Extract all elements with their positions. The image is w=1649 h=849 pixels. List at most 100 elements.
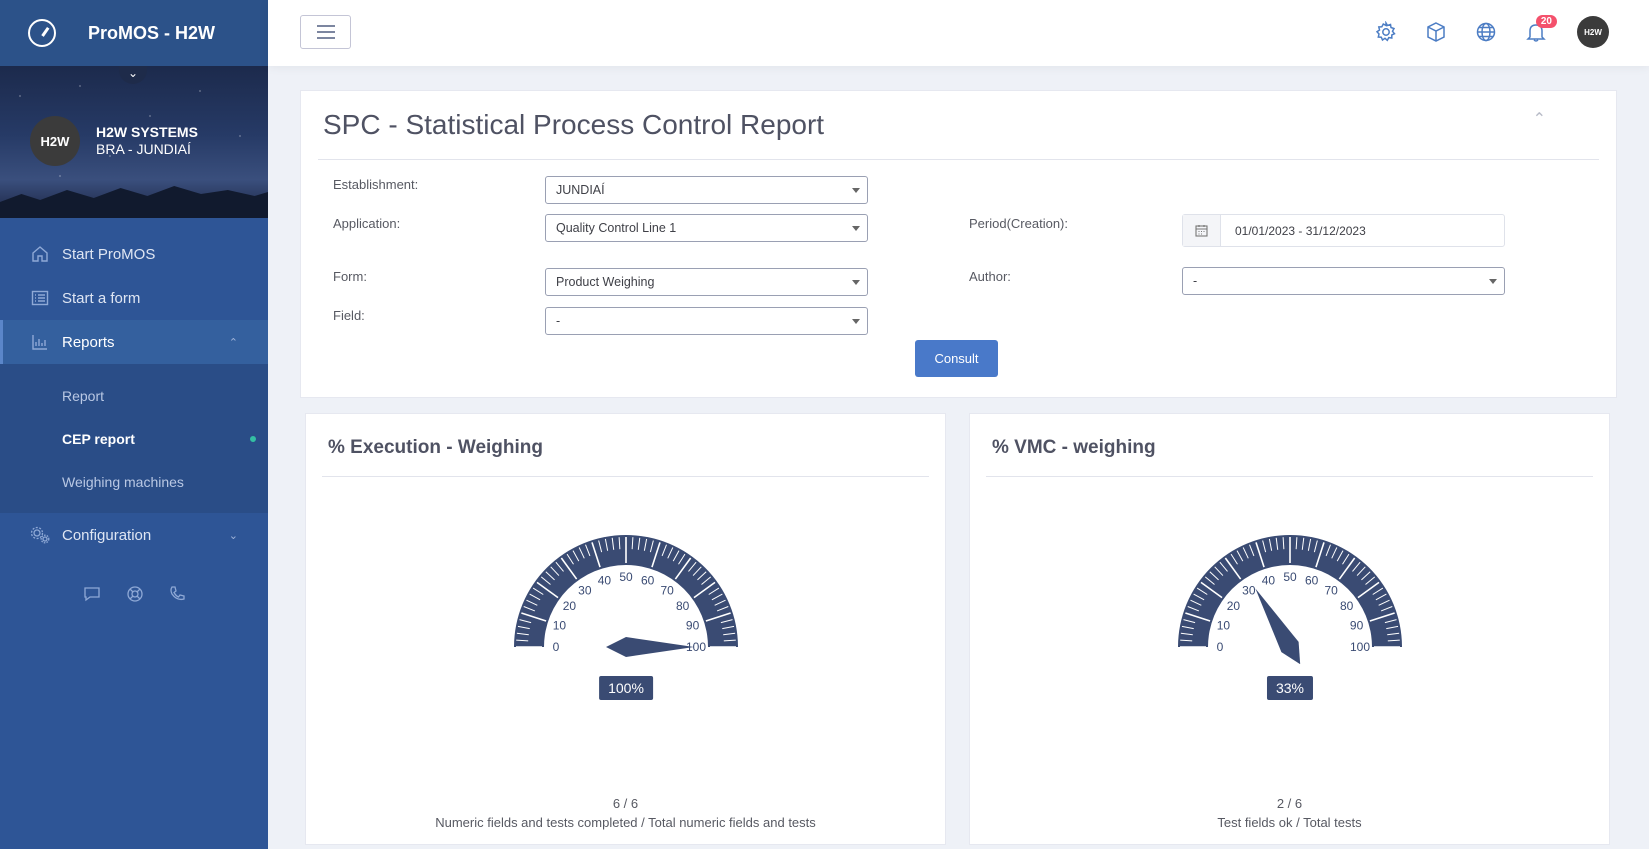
hamburger-line — [316, 37, 335, 39]
gauge-caption: Numeric fields and tests completed / Tot… — [435, 815, 816, 830]
sidebar-subitem-report[interactable]: Report — [0, 374, 268, 417]
gauge-tick-label: 40 — [598, 573, 612, 587]
card-title: % Execution - Weighing — [328, 437, 543, 458]
bar-chart-icon — [30, 332, 50, 352]
sidebar-item-label: Configuration — [62, 526, 152, 544]
gauge-tick-label: 0 — [553, 640, 560, 654]
chat-icon[interactable] — [82, 585, 102, 608]
gauge-tick-label: 60 — [1305, 573, 1319, 587]
page-title: SPC - Statistical Process Control Report — [323, 109, 825, 140]
sidebar-subitem-cep-report[interactable]: CEP report — [0, 417, 268, 460]
period-label: Period(Creation): — [969, 216, 1068, 231]
sidebar-nav: Start ProMOS Start a form Reports ⌃ Repo… — [0, 218, 268, 557]
reports-submenu: Report CEP report Weighing machines — [0, 364, 268, 513]
active-indicator-dot — [250, 435, 256, 442]
company-avatar: H2W — [30, 116, 80, 166]
sidebar-item-start-form[interactable]: Start a form — [0, 276, 268, 320]
notifications-bell-icon[interactable]: 20 — [1521, 15, 1557, 47]
gauge-needle — [1255, 588, 1301, 664]
gauge-tick-label: 20 — [563, 599, 577, 613]
sidebar-item-label: Reports — [62, 333, 115, 351]
divider — [322, 476, 929, 477]
sidebar-item-configuration[interactable]: Configuration ⌄ — [0, 513, 268, 557]
field-label: Field: — [333, 308, 365, 323]
user-avatar[interactable]: H2W — [1577, 16, 1609, 48]
form-select[interactable]: Product Weighing — [545, 268, 868, 296]
application-select[interactable]: Quality Control Line 1 — [545, 214, 868, 242]
sidebar-subitem-label: CEP report — [62, 430, 135, 447]
hamburger-line — [316, 25, 335, 27]
sidebar-subitem-weighing-machines[interactable]: Weighing machines — [0, 460, 268, 503]
vmc-gauge: 010203040 50 60708090100 — [1178, 535, 1402, 664]
profile-banner: ⌄ H2W H2W SYSTEMS BRA - JUNDIAÍ — [0, 66, 268, 218]
chevron-up-icon[interactable]: ⌃ — [1533, 109, 1546, 129]
gauge-tick-label: 90 — [1350, 618, 1364, 632]
field-select[interactable]: - — [545, 307, 868, 335]
gauge-tick-label: 90 — [686, 618, 700, 632]
gauge-tick-label: 80 — [1340, 599, 1354, 613]
divider — [318, 159, 1599, 160]
company-location: BRA - JUNDIAÍ — [96, 141, 191, 157]
hamburger-menu-button[interactable] — [300, 15, 351, 49]
notification-count-badge: 20 — [1535, 15, 1557, 28]
speedometer-logo-icon — [28, 19, 56, 47]
globe-icon[interactable] — [1471, 17, 1501, 47]
gauge-tick-label: 10 — [1217, 618, 1231, 632]
gauge-tick-label: 60 — [641, 573, 655, 587]
establishment-label: Establishment: — [333, 177, 419, 192]
author-label: Author: — [969, 269, 1011, 284]
gauge-tick-label: 70 — [1324, 583, 1338, 597]
chevron-down-icon: ⌄ — [127, 66, 139, 80]
cube-icon[interactable] — [1421, 17, 1451, 47]
gauge-tick-label: 80 — [676, 599, 690, 613]
gauge-tick-label: 70 — [660, 583, 674, 597]
sidebar-item-reports[interactable]: Reports ⌃ — [0, 320, 268, 364]
brand-bar: ProMOS - H2W — [0, 0, 268, 66]
company-name: H2W SYSTEMS — [96, 124, 198, 140]
topbar: 20 H2W — [268, 0, 1649, 66]
sidebar-item-label: Start ProMOS — [62, 245, 156, 263]
consult-button[interactable]: Consult — [915, 340, 998, 377]
gears-icon — [30, 525, 50, 545]
period-date-range-input[interactable]: 01/01/2023 - 31/12/2023 — [1182, 214, 1505, 247]
company-info: H2W SYSTEMS BRA - JUNDIAÍ — [96, 124, 198, 158]
gauge-caption: Test fields ok / Total tests — [1217, 815, 1362, 830]
gauge-tick-label: 50 — [619, 570, 633, 584]
app-title: ProMOS - H2W — [88, 22, 216, 43]
author-select[interactable]: - — [1182, 267, 1505, 295]
topbar-actions: 20 H2W — [1371, 15, 1609, 48]
gauge-tick-label: 30 — [1242, 583, 1256, 597]
gauge-tick-label: 10 — [553, 618, 567, 632]
gauge-tick-label: 100 — [1350, 640, 1370, 654]
divider — [986, 476, 1593, 477]
gauge-tick-label: 40 — [1262, 573, 1276, 587]
card-title: % VMC - weighing — [992, 437, 1156, 458]
sidebar: ProMOS - H2W ⌄ H2W H2W SYSTEMS BRA - JUN… — [0, 0, 268, 849]
gauge-value-label: 33% — [1266, 676, 1314, 700]
list-icon — [30, 288, 50, 308]
establishment-select[interactable]: JUNDIAÍ — [545, 176, 868, 204]
gauge-tick-label: 50 — [1283, 570, 1297, 584]
gauge-tick-label: 30 — [578, 583, 592, 597]
execution-gauge-card: % Execution - Weighing 0 10 20 30 40 50 60 70 80… — [305, 413, 946, 845]
gauge-ratio: 6 / 6 — [612, 796, 639, 811]
phone-icon[interactable] — [168, 585, 186, 608]
chevron-down-icon: ⌄ — [228, 529, 238, 542]
gauge-tick-label: 0 — [1217, 640, 1224, 654]
form-label: Form: — [333, 269, 367, 284]
settings-gear-icon[interactable] — [1371, 17, 1401, 47]
gauge-tick-label: 20 — [1227, 599, 1241, 613]
sidebar-item-start-promos[interactable]: Start ProMOS — [0, 232, 268, 276]
home-icon — [30, 244, 50, 264]
hamburger-line — [316, 31, 335, 33]
gauge-needle — [606, 637, 694, 657]
lifebuoy-icon[interactable] — [126, 585, 144, 608]
application-label: Application: — [333, 216, 401, 231]
gauge-value-label: 100% — [599, 676, 653, 700]
period-value: 01/01/2023 - 31/12/2023 — [1235, 224, 1366, 238]
spc-filter-panel: SPC - Statistical Process Control Report… — [300, 90, 1617, 398]
vmc-gauge-card: % VMC - weighing 0 10 20 30 40 50 60 70 80 90 100 … — [969, 413, 1610, 845]
execution-gauge: 010203040 50 60708090100 — [514, 535, 738, 657]
sidebar-item-label: Start a form — [62, 289, 141, 307]
sidebar-quick-links — [0, 585, 268, 608]
